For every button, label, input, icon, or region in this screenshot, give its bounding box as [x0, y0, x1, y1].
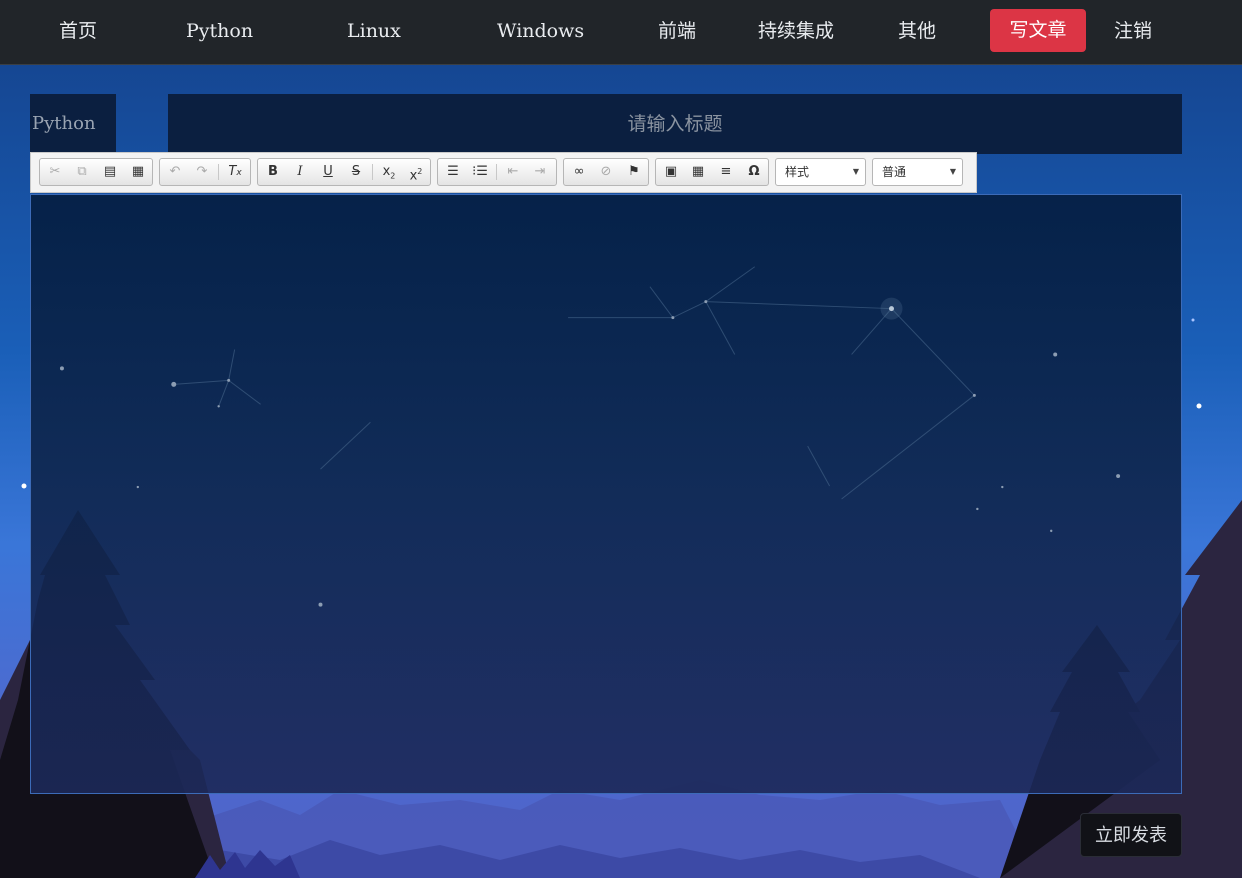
horizontal-rule-icon[interactable]: ≡: [714, 162, 738, 182]
constellation-line: [807, 445, 831, 487]
logout-link[interactable]: 注销: [1114, 0, 1152, 62]
constellation-line: [320, 421, 371, 470]
undo-group: ↶ ↷ Tx: [159, 158, 251, 186]
constellation-line: [672, 301, 707, 319]
special-char-icon[interactable]: Ω: [742, 162, 766, 182]
star: [59, 366, 64, 371]
constellation-line: [891, 308, 975, 396]
star: [671, 316, 675, 320]
anchor-icon[interactable]: ⚑: [622, 162, 646, 182]
title-input[interactable]: [168, 94, 1182, 154]
star: [1191, 318, 1195, 322]
constellation-line: [173, 379, 229, 385]
outdent-icon[interactable]: ⇤: [501, 162, 525, 182]
nav-other[interactable]: 其他: [898, 0, 936, 62]
bulleted-list-icon[interactable]: ⁝☰: [468, 162, 492, 182]
star: [1116, 474, 1121, 479]
constellation-line: [228, 379, 261, 405]
nav-python[interactable]: Python: [186, 0, 253, 62]
nav-windows[interactable]: Windows: [497, 0, 584, 62]
constellation-line: [841, 394, 975, 500]
redo-icon[interactable]: ↷: [190, 162, 214, 182]
copy-icon[interactable]: ⧉: [70, 162, 94, 182]
style-combo[interactable]: 样式 ▼: [775, 158, 866, 186]
star: [1196, 403, 1202, 409]
publish-button[interactable]: 立即发表: [1080, 813, 1182, 857]
style-combo-label: 样式: [785, 165, 810, 179]
constellation-line: [218, 380, 230, 407]
star: [972, 393, 976, 397]
paste-icon[interactable]: ▤: [98, 162, 122, 182]
italic-icon[interactable]: I: [288, 162, 312, 182]
separator: [496, 164, 497, 180]
nav-ci[interactable]: 持续集成: [758, 0, 834, 62]
link-icon[interactable]: ∞: [567, 162, 591, 182]
chevron-down-icon: ▼: [949, 167, 956, 176]
star: [976, 507, 979, 511]
underline-icon[interactable]: U: [316, 162, 340, 182]
superscript-icon[interactable]: x2: [404, 162, 428, 183]
separator: [218, 164, 219, 180]
constellation-line: [705, 266, 756, 303]
write-article-button[interactable]: 写文章: [990, 9, 1086, 52]
format-combo-label: 普通: [882, 165, 907, 179]
nav-frontend[interactable]: 前端: [658, 0, 696, 62]
category-select[interactable]: Python: [30, 94, 116, 154]
star: [1050, 529, 1053, 533]
star: [1001, 485, 1004, 489]
editor-content-area[interactable]: [30, 194, 1182, 794]
nav-home[interactable]: 首页: [59, 0, 97, 62]
constellation-line: [705, 301, 892, 310]
subscript-icon[interactable]: x2: [377, 162, 401, 182]
constellation-line: [228, 349, 236, 381]
star: [318, 602, 323, 607]
paste-text-icon[interactable]: ▦: [126, 162, 150, 182]
clipboard-group: ✂ ⧉ ▤ ▦: [39, 158, 153, 186]
star: [889, 306, 894, 312]
table-icon[interactable]: ▦: [686, 162, 710, 182]
star: [227, 378, 231, 382]
remove-format-icon[interactable]: Tx: [223, 162, 247, 182]
star: [21, 483, 27, 489]
indent-icon[interactable]: ⇥: [528, 162, 552, 182]
top-navbar: 首页 Python Linux Windows 前端 持续集成 其他 写文章 注…: [0, 0, 1242, 65]
bold-icon[interactable]: B: [261, 162, 285, 182]
cut-icon[interactable]: ✂: [43, 162, 67, 182]
list-group: ☰ ⁝☰ ⇤ ⇥: [437, 158, 557, 186]
nav-linux[interactable]: Linux: [347, 0, 401, 62]
star: [704, 300, 708, 304]
star: [217, 405, 220, 408]
constellation-decoration: [59, 266, 1121, 607]
separator: [372, 164, 373, 180]
undo-icon[interactable]: ↶: [163, 162, 187, 182]
strikethrough-icon[interactable]: S: [344, 162, 368, 182]
star: [1053, 352, 1058, 357]
basic-styles-group: B I U S x2 x2: [257, 158, 431, 186]
numbered-list-icon[interactable]: ☰: [441, 162, 465, 182]
star: [171, 381, 177, 387]
format-combo[interactable]: 普通 ▼: [872, 158, 963, 186]
editor-toolbar: ✂ ⧉ ▤ ▦ ↶ ↷ Tx B I U S x2 x2 ☰ ⁝☰ ⇤ ⇥ ∞ …: [30, 152, 977, 193]
links-group: ∞ ⊘ ⚑: [563, 158, 649, 186]
constellation-line: [649, 286, 674, 318]
image-icon[interactable]: ▣: [659, 162, 683, 182]
unlink-icon[interactable]: ⊘: [594, 162, 618, 182]
constellation-line: [705, 301, 736, 355]
chevron-down-icon: ▼: [852, 167, 859, 176]
star: [136, 485, 140, 489]
insert-group: ▣ ▦ ≡ Ω: [655, 158, 769, 186]
